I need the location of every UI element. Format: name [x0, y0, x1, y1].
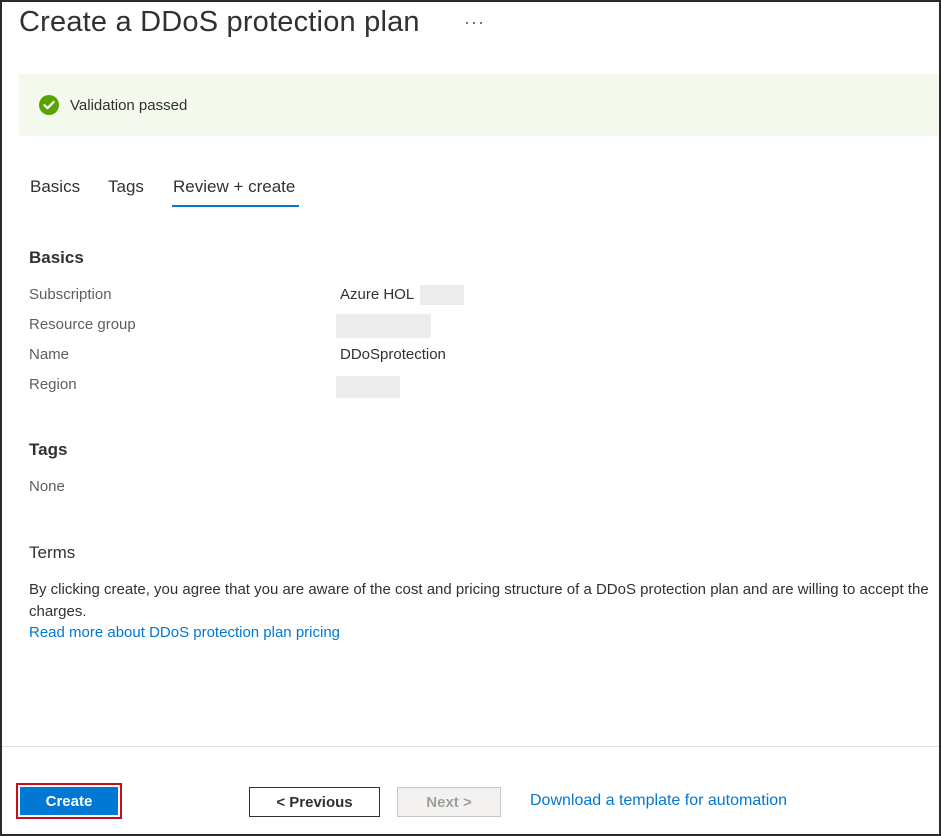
pricing-link[interactable]: Read more about DDoS protection plan pri…: [29, 624, 340, 641]
next-button[interactable]: Next >: [397, 787, 501, 817]
terms-heading: Terms: [29, 543, 76, 562]
create-ddos-plan-pane: Create a DDoS protection plan ··· Valida…: [0, 0, 941, 836]
page-title: Create a DDoS protection plan: [19, 6, 420, 38]
more-options-icon[interactable]: ···: [464, 12, 485, 33]
active-tab-indicator: [172, 205, 299, 207]
create-button[interactable]: Create: [20, 787, 118, 815]
tab-basics[interactable]: Basics: [30, 177, 80, 197]
tags-heading: Tags: [29, 440, 68, 459]
footer-divider: [2, 746, 939, 747]
tab-review-create[interactable]: Review + create: [173, 177, 295, 197]
resource-group-label: Resource group: [29, 316, 136, 333]
region-label: Region: [29, 376, 77, 393]
name-label: Name: [29, 346, 70, 363]
redacted-block: [336, 376, 400, 398]
create-button-highlight: Create: [16, 783, 122, 819]
subscription-label: Subscription: [29, 286, 112, 303]
basics-heading: Basics: [29, 248, 84, 267]
redacted-block: [336, 314, 431, 338]
subscription-value: Azure HOL: [340, 286, 415, 303]
redacted-block: [420, 285, 464, 305]
terms-text: By clicking create, you agree that you a…: [29, 581, 929, 620]
previous-button[interactable]: < Previous: [249, 787, 380, 817]
validation-message: Validation passed: [70, 97, 188, 114]
check-circle-icon: [39, 95, 59, 115]
name-value: DDoSprotection: [340, 346, 446, 363]
download-template-link[interactable]: Download a template for automation: [530, 792, 787, 810]
validation-banner: Validation passed: [19, 74, 939, 136]
tab-tags[interactable]: Tags: [108, 177, 144, 197]
tags-value: None: [29, 478, 65, 495]
